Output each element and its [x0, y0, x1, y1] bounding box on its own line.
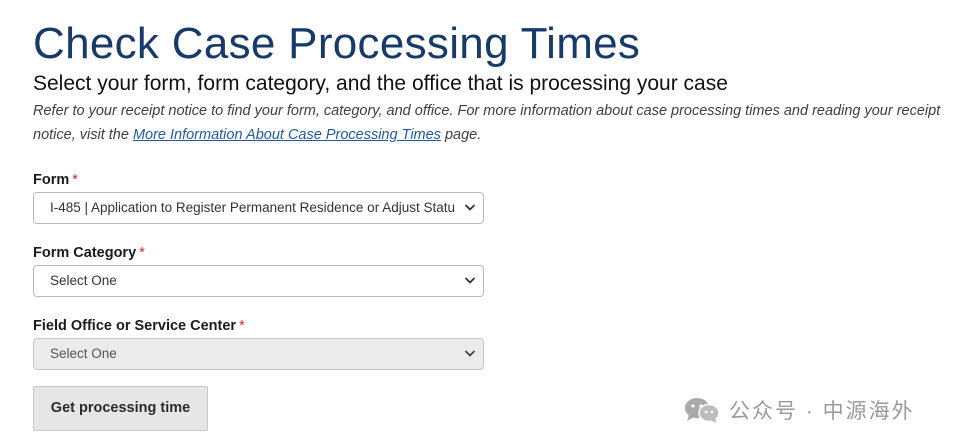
form-category-label: Form Category * — [33, 244, 145, 262]
watermark-text: 公众号 · 中源海外 — [729, 400, 915, 423]
form-category-label-text: Form Category — [33, 245, 137, 261]
chevron-down-icon — [465, 204, 475, 211]
field-office-select[interactable]: Select One — [33, 338, 484, 370]
field-office-label-text: Field Office or Service Center — [33, 318, 237, 334]
form-select[interactable]: I-485 | Application to Register Permanen… — [33, 192, 484, 224]
intro-text-after: page. — [440, 127, 482, 143]
chevron-down-icon — [465, 350, 475, 357]
form-label-text: Form — [33, 172, 70, 188]
required-indicator: * — [72, 172, 78, 188]
form-category-select-value: Select One — [50, 273, 117, 288]
page-subtitle: Select your form, form category, and the… — [33, 72, 728, 95]
page-title: Check Case Processing Times — [33, 19, 641, 68]
field-office-select-value: Select One — [50, 346, 117, 361]
required-indicator: * — [239, 318, 245, 334]
form-select-value: I-485 | Application to Register Permanen… — [50, 200, 455, 215]
wechat-icon — [685, 398, 720, 423]
chevron-down-icon — [465, 277, 475, 284]
watermark: 公众号 · 中源海外 — [683, 395, 915, 425]
required-indicator: * — [139, 245, 145, 261]
field-office-label: Field Office or Service Center * — [33, 317, 245, 335]
form-category-select[interactable]: Select One — [33, 265, 484, 297]
get-processing-time-button[interactable]: Get processing time — [33, 386, 208, 431]
intro-text: Refer to your receipt notice to find you… — [33, 99, 943, 147]
more-information-link[interactable]: More Information About Case Processing T… — [133, 127, 441, 143]
form-label: Form * — [33, 171, 78, 189]
